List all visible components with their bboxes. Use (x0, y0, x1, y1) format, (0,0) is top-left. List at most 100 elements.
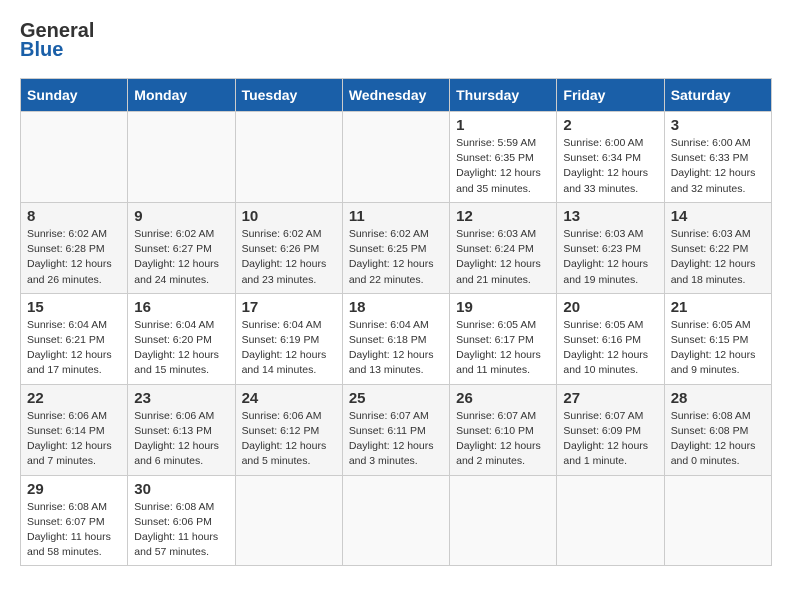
header-saturday: Saturday (664, 79, 771, 112)
calendar-cell: 18 Sunrise: 6:04 AM Sunset: 6:18 PM Dayl… (342, 293, 449, 384)
calendar-cell (664, 475, 771, 566)
day-number: 23 (134, 390, 228, 407)
day-info: Sunrise: 6:07 AM Sunset: 6:09 PM Dayligh… (563, 409, 657, 470)
calendar-cell: 11 Sunrise: 6:02 AM Sunset: 6:25 PM Dayl… (342, 202, 449, 293)
day-info: Sunrise: 6:00 AM Sunset: 6:34 PM Dayligh… (563, 136, 657, 197)
calendar-table: SundayMondayTuesdayWednesdayThursdayFrid… (20, 78, 772, 566)
calendar-cell: 30 Sunrise: 6:08 AM Sunset: 6:06 PM Dayl… (128, 475, 235, 566)
header-thursday: Thursday (450, 79, 557, 112)
calendar-cell: 29 Sunrise: 6:08 AM Sunset: 6:07 PM Dayl… (21, 475, 128, 566)
day-number: 8 (27, 208, 121, 225)
day-number: 1 (456, 117, 550, 134)
calendar-cell (235, 475, 342, 566)
calendar-cell (342, 475, 449, 566)
calendar-cell: 14 Sunrise: 6:03 AM Sunset: 6:22 PM Dayl… (664, 202, 771, 293)
calendar-cell (128, 112, 235, 203)
calendar-cell (557, 475, 664, 566)
calendar-cell: 20 Sunrise: 6:05 AM Sunset: 6:16 PM Dayl… (557, 293, 664, 384)
header-tuesday: Tuesday (235, 79, 342, 112)
calendar-week-4: 22 Sunrise: 6:06 AM Sunset: 6:14 PM Dayl… (21, 384, 772, 475)
day-info: Sunrise: 6:04 AM Sunset: 6:19 PM Dayligh… (242, 318, 336, 379)
day-info: Sunrise: 6:03 AM Sunset: 6:23 PM Dayligh… (563, 227, 657, 288)
calendar-cell: 13 Sunrise: 6:03 AM Sunset: 6:23 PM Dayl… (557, 202, 664, 293)
calendar-cell: 24 Sunrise: 6:06 AM Sunset: 6:12 PM Dayl… (235, 384, 342, 475)
day-info: Sunrise: 6:07 AM Sunset: 6:10 PM Dayligh… (456, 409, 550, 470)
day-number: 10 (242, 208, 336, 225)
day-info: Sunrise: 6:08 AM Sunset: 6:06 PM Dayligh… (134, 500, 228, 561)
day-number: 18 (349, 299, 443, 316)
calendar-cell (235, 112, 342, 203)
calendar-cell: 2 Sunrise: 6:00 AM Sunset: 6:34 PM Dayli… (557, 112, 664, 203)
day-number: 30 (134, 481, 228, 498)
day-number: 27 (563, 390, 657, 407)
day-number: 20 (563, 299, 657, 316)
day-info: Sunrise: 6:04 AM Sunset: 6:18 PM Dayligh… (349, 318, 443, 379)
day-number: 24 (242, 390, 336, 407)
day-number: 26 (456, 390, 550, 407)
page-header: General Blue (20, 20, 772, 62)
day-number: 13 (563, 208, 657, 225)
day-info: Sunrise: 6:02 AM Sunset: 6:27 PM Dayligh… (134, 227, 228, 288)
header-wednesday: Wednesday (342, 79, 449, 112)
day-info: Sunrise: 6:04 AM Sunset: 6:21 PM Dayligh… (27, 318, 121, 379)
day-number: 11 (349, 208, 443, 225)
calendar-cell (21, 112, 128, 203)
calendar-cell: 12 Sunrise: 6:03 AM Sunset: 6:24 PM Dayl… (450, 202, 557, 293)
calendar-cell: 19 Sunrise: 6:05 AM Sunset: 6:17 PM Dayl… (450, 293, 557, 384)
day-number: 15 (27, 299, 121, 316)
day-number: 9 (134, 208, 228, 225)
day-number: 25 (349, 390, 443, 407)
calendar-cell: 23 Sunrise: 6:06 AM Sunset: 6:13 PM Dayl… (128, 384, 235, 475)
logo-display: General Blue (20, 20, 94, 62)
calendar-week-1: 1 Sunrise: 5:59 AM Sunset: 6:35 PM Dayli… (21, 112, 772, 203)
calendar-cell: 15 Sunrise: 6:04 AM Sunset: 6:21 PM Dayl… (21, 293, 128, 384)
calendar-cell: 9 Sunrise: 6:02 AM Sunset: 6:27 PM Dayli… (128, 202, 235, 293)
day-info: Sunrise: 6:05 AM Sunset: 6:16 PM Dayligh… (563, 318, 657, 379)
calendar-cell: 28 Sunrise: 6:08 AM Sunset: 6:08 PM Dayl… (664, 384, 771, 475)
day-info: Sunrise: 6:04 AM Sunset: 6:20 PM Dayligh… (134, 318, 228, 379)
day-number: 19 (456, 299, 550, 316)
logo: General Blue (20, 20, 94, 62)
calendar-cell: 3 Sunrise: 6:00 AM Sunset: 6:33 PM Dayli… (664, 112, 771, 203)
day-info: Sunrise: 6:08 AM Sunset: 6:07 PM Dayligh… (27, 500, 121, 561)
calendar-cell (450, 475, 557, 566)
header-sunday: Sunday (21, 79, 128, 112)
day-number: 12 (456, 208, 550, 225)
day-number: 16 (134, 299, 228, 316)
day-info: Sunrise: 6:02 AM Sunset: 6:26 PM Dayligh… (242, 227, 336, 288)
day-info: Sunrise: 6:00 AM Sunset: 6:33 PM Dayligh… (671, 136, 765, 197)
calendar-cell (342, 112, 449, 203)
calendar-cell: 25 Sunrise: 6:07 AM Sunset: 6:11 PM Dayl… (342, 384, 449, 475)
day-info: Sunrise: 5:59 AM Sunset: 6:35 PM Dayligh… (456, 136, 550, 197)
day-number: 17 (242, 299, 336, 316)
header-monday: Monday (128, 79, 235, 112)
calendar-cell: 10 Sunrise: 6:02 AM Sunset: 6:26 PM Dayl… (235, 202, 342, 293)
day-info: Sunrise: 6:05 AM Sunset: 6:17 PM Dayligh… (456, 318, 550, 379)
day-number: 28 (671, 390, 765, 407)
day-number: 14 (671, 208, 765, 225)
day-number: 29 (27, 481, 121, 498)
calendar-cell: 16 Sunrise: 6:04 AM Sunset: 6:20 PM Dayl… (128, 293, 235, 384)
day-info: Sunrise: 6:06 AM Sunset: 6:12 PM Dayligh… (242, 409, 336, 470)
day-info: Sunrise: 6:03 AM Sunset: 6:22 PM Dayligh… (671, 227, 765, 288)
day-number: 3 (671, 117, 765, 134)
calendar-cell: 1 Sunrise: 5:59 AM Sunset: 6:35 PM Dayli… (450, 112, 557, 203)
calendar-cell: 22 Sunrise: 6:06 AM Sunset: 6:14 PM Dayl… (21, 384, 128, 475)
day-number: 21 (671, 299, 765, 316)
calendar-cell: 8 Sunrise: 6:02 AM Sunset: 6:28 PM Dayli… (21, 202, 128, 293)
calendar-week-5: 29 Sunrise: 6:08 AM Sunset: 6:07 PM Dayl… (21, 475, 772, 566)
day-number: 2 (563, 117, 657, 134)
logo-text-blue: Blue (20, 39, 63, 62)
calendar-cell: 27 Sunrise: 6:07 AM Sunset: 6:09 PM Dayl… (557, 384, 664, 475)
day-info: Sunrise: 6:03 AM Sunset: 6:24 PM Dayligh… (456, 227, 550, 288)
day-info: Sunrise: 6:02 AM Sunset: 6:25 PM Dayligh… (349, 227, 443, 288)
day-number: 22 (27, 390, 121, 407)
calendar-week-3: 15 Sunrise: 6:04 AM Sunset: 6:21 PM Dayl… (21, 293, 772, 384)
calendar-cell: 21 Sunrise: 6:05 AM Sunset: 6:15 PM Dayl… (664, 293, 771, 384)
day-info: Sunrise: 6:02 AM Sunset: 6:28 PM Dayligh… (27, 227, 121, 288)
calendar-cell: 17 Sunrise: 6:04 AM Sunset: 6:19 PM Dayl… (235, 293, 342, 384)
day-info: Sunrise: 6:06 AM Sunset: 6:13 PM Dayligh… (134, 409, 228, 470)
day-info: Sunrise: 6:06 AM Sunset: 6:14 PM Dayligh… (27, 409, 121, 470)
day-info: Sunrise: 6:05 AM Sunset: 6:15 PM Dayligh… (671, 318, 765, 379)
day-info: Sunrise: 6:07 AM Sunset: 6:11 PM Dayligh… (349, 409, 443, 470)
